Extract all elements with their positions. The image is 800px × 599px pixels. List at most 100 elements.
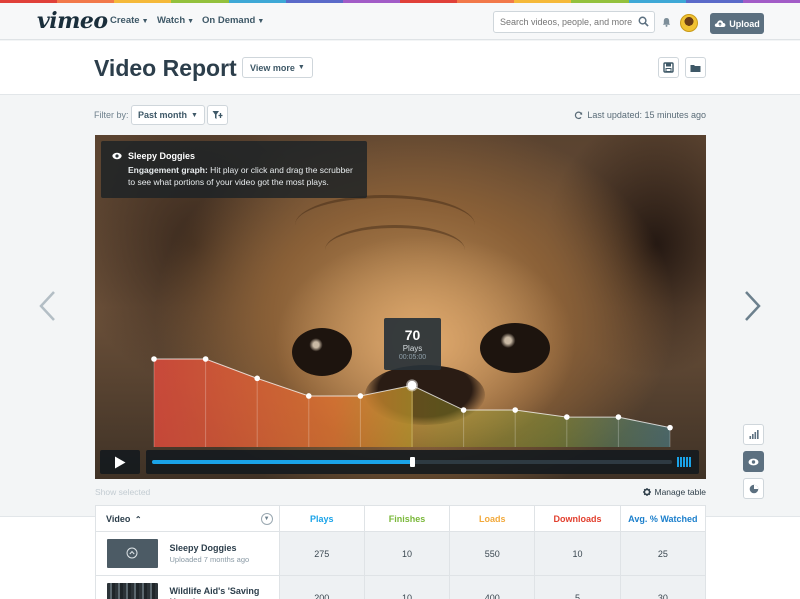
column-header-finishes[interactable]: Finishes — [363, 505, 451, 532]
timestamp: 00:05:00 — [398, 354, 427, 361]
video-thumbnail[interactable] — [107, 583, 158, 599]
chevron-down-icon: ▼ — [141, 18, 149, 25]
engagement-point[interactable] — [667, 424, 673, 431]
page-title: Video Report — [94, 55, 237, 81]
plays-value: 275 — [278, 531, 365, 576]
video-stats-table: Video ⌃ ▼ Plays Finishes Loads Downloads… — [95, 505, 707, 599]
bar-chart-icon — [749, 430, 759, 439]
advanced-filter-button[interactable] — [207, 105, 228, 125]
page-header: Video Report View more ▼ — [0, 41, 800, 95]
nav-create[interactable]: Create ▼ — [110, 15, 149, 26]
column-header-loads[interactable]: Loads — [449, 505, 536, 532]
engagement-point[interactable] — [564, 414, 570, 420]
search-icon[interactable] — [638, 16, 649, 27]
chevron-down-icon: ▼ — [297, 64, 305, 71]
folder-button[interactable] — [685, 57, 706, 78]
video-info: Sleepy Doggies Uploaded 7 months ago — [170, 543, 250, 564]
eye-icon — [748, 458, 759, 465]
engagement-point[interactable] — [306, 393, 312, 399]
nav-on-demand[interactable]: On Demand ▼ — [202, 15, 264, 26]
vimeo-logo[interactable]: vimeo — [37, 8, 108, 34]
table-row[interactable]: Sleepy Doggies Uploaded 7 months ago 275… — [95, 531, 707, 576]
avatar[interactable] — [680, 14, 698, 32]
eye-icon — [112, 152, 122, 160]
finishes-value: 10 — [363, 575, 451, 599]
engagement-point[interactable] — [460, 407, 467, 413]
avg-watched-value: 25 — [619, 531, 707, 576]
downloads-value: 5 — [534, 575, 621, 599]
plays-label: Plays — [402, 344, 423, 353]
scrubber-handle[interactable] — [410, 457, 415, 467]
scrubber-progress — [152, 460, 412, 464]
cloud-upload-icon — [715, 20, 726, 27]
engagement-point-active[interactable] — [406, 379, 418, 392]
engagement-point[interactable] — [512, 407, 518, 413]
last-updated: Last updated: 15 minutes ago — [574, 110, 706, 120]
plays-tooltip: 70 Plays 00:05:00 — [384, 318, 441, 370]
engagement-view-button[interactable] — [743, 451, 764, 472]
play-icon — [115, 456, 126, 468]
column-header-avg-watched[interactable]: Avg. % Watched — [619, 505, 707, 532]
refresh-icon[interactable] — [574, 111, 583, 120]
sort-ascending-icon: ⌃ — [134, 514, 142, 524]
column-header-downloads[interactable]: Downloads — [534, 505, 621, 532]
engagement-point[interactable] — [615, 414, 622, 420]
video-upload-date: Uploaded 7 months ago — [169, 555, 250, 564]
downloads-value: 10 — [534, 531, 621, 576]
show-selected-toggle[interactable]: Show selected — [95, 487, 150, 497]
column-options-button[interactable]: ▼ — [260, 513, 273, 525]
video-title[interactable]: Wildlife Aid's 'Saving Harry' — [170, 586, 265, 599]
previous-video-arrow-icon[interactable] — [38, 290, 56, 322]
engagement-info-box: Sleepy Doggies Engagement graph: Hit pla… — [101, 141, 367, 198]
engagement-description: Engagement graph: Hit play or click and … — [128, 165, 353, 187]
player-controls — [100, 450, 700, 474]
volume-icon[interactable] — [677, 457, 691, 467]
top-navigation: vimeo Create▼ Watch▼ On Demand▼ Upload — [0, 3, 800, 40]
next-video-arrow-icon[interactable] — [744, 290, 762, 322]
filter-label: Filter by: — [94, 110, 129, 120]
play-circle-icon — [126, 547, 138, 559]
filter-icon — [212, 110, 223, 119]
chevron-down-icon: ▼ — [263, 516, 270, 522]
upload-button[interactable]: Upload — [710, 13, 764, 34]
engagement-point[interactable] — [151, 356, 157, 362]
save-icon — [663, 62, 674, 73]
engagement-point[interactable] — [254, 375, 260, 382]
scrubber-bar[interactable] — [146, 450, 699, 474]
column-header-video[interactable]: Video ⌃ ▼ — [95, 505, 280, 532]
video-player[interactable]: Sleepy Doggies Engagement graph: Hit pla… — [95, 135, 706, 479]
bar-chart-view-button[interactable] — [743, 424, 764, 445]
video-name: Sleepy Doggies — [128, 151, 196, 161]
play-button[interactable] — [100, 450, 140, 474]
loads-value: 400 — [449, 575, 536, 599]
table-row[interactable]: Wildlife Aid's 'Saving Harry' 200 10 400… — [95, 575, 707, 599]
scrubber-track[interactable] — [152, 457, 672, 467]
date-range-select[interactable]: Past month ▼ — [131, 105, 205, 125]
pie-chart-icon — [749, 484, 758, 493]
loads-value: 550 — [449, 531, 536, 576]
gear-icon — [643, 488, 652, 496]
search-box — [493, 11, 655, 33]
finishes-value: 10 — [363, 531, 451, 576]
avg-watched-value: 30 — [619, 575, 707, 599]
engagement-point[interactable] — [357, 393, 364, 399]
chevron-down-icon: ▼ — [187, 18, 195, 25]
view-more-dropdown[interactable]: View more ▼ — [242, 57, 313, 78]
video-cell: Wildlife Aid's 'Saving Harry' — [95, 575, 280, 599]
manage-table-button[interactable]: Manage table — [643, 487, 706, 497]
video-title[interactable]: Sleepy Doggies — [170, 543, 250, 553]
nav-watch[interactable]: Watch ▼ — [157, 15, 194, 26]
column-header-plays[interactable]: Plays — [278, 505, 365, 532]
plays-value: 200 — [278, 575, 365, 599]
video-cell: Sleepy Doggies Uploaded 7 months ago — [95, 531, 280, 576]
bell-icon[interactable] — [662, 17, 671, 27]
engagement-point[interactable] — [202, 356, 209, 362]
search-input[interactable] — [494, 12, 634, 32]
chevron-down-icon: ▼ — [257, 18, 265, 25]
pie-chart-view-button[interactable] — [743, 478, 764, 499]
video-thumbnail[interactable] — [107, 539, 158, 568]
chevron-down-icon: ▼ — [191, 111, 198, 119]
plays-count: 70 — [404, 327, 421, 343]
folder-icon — [690, 64, 701, 72]
save-report-button[interactable] — [658, 57, 679, 78]
